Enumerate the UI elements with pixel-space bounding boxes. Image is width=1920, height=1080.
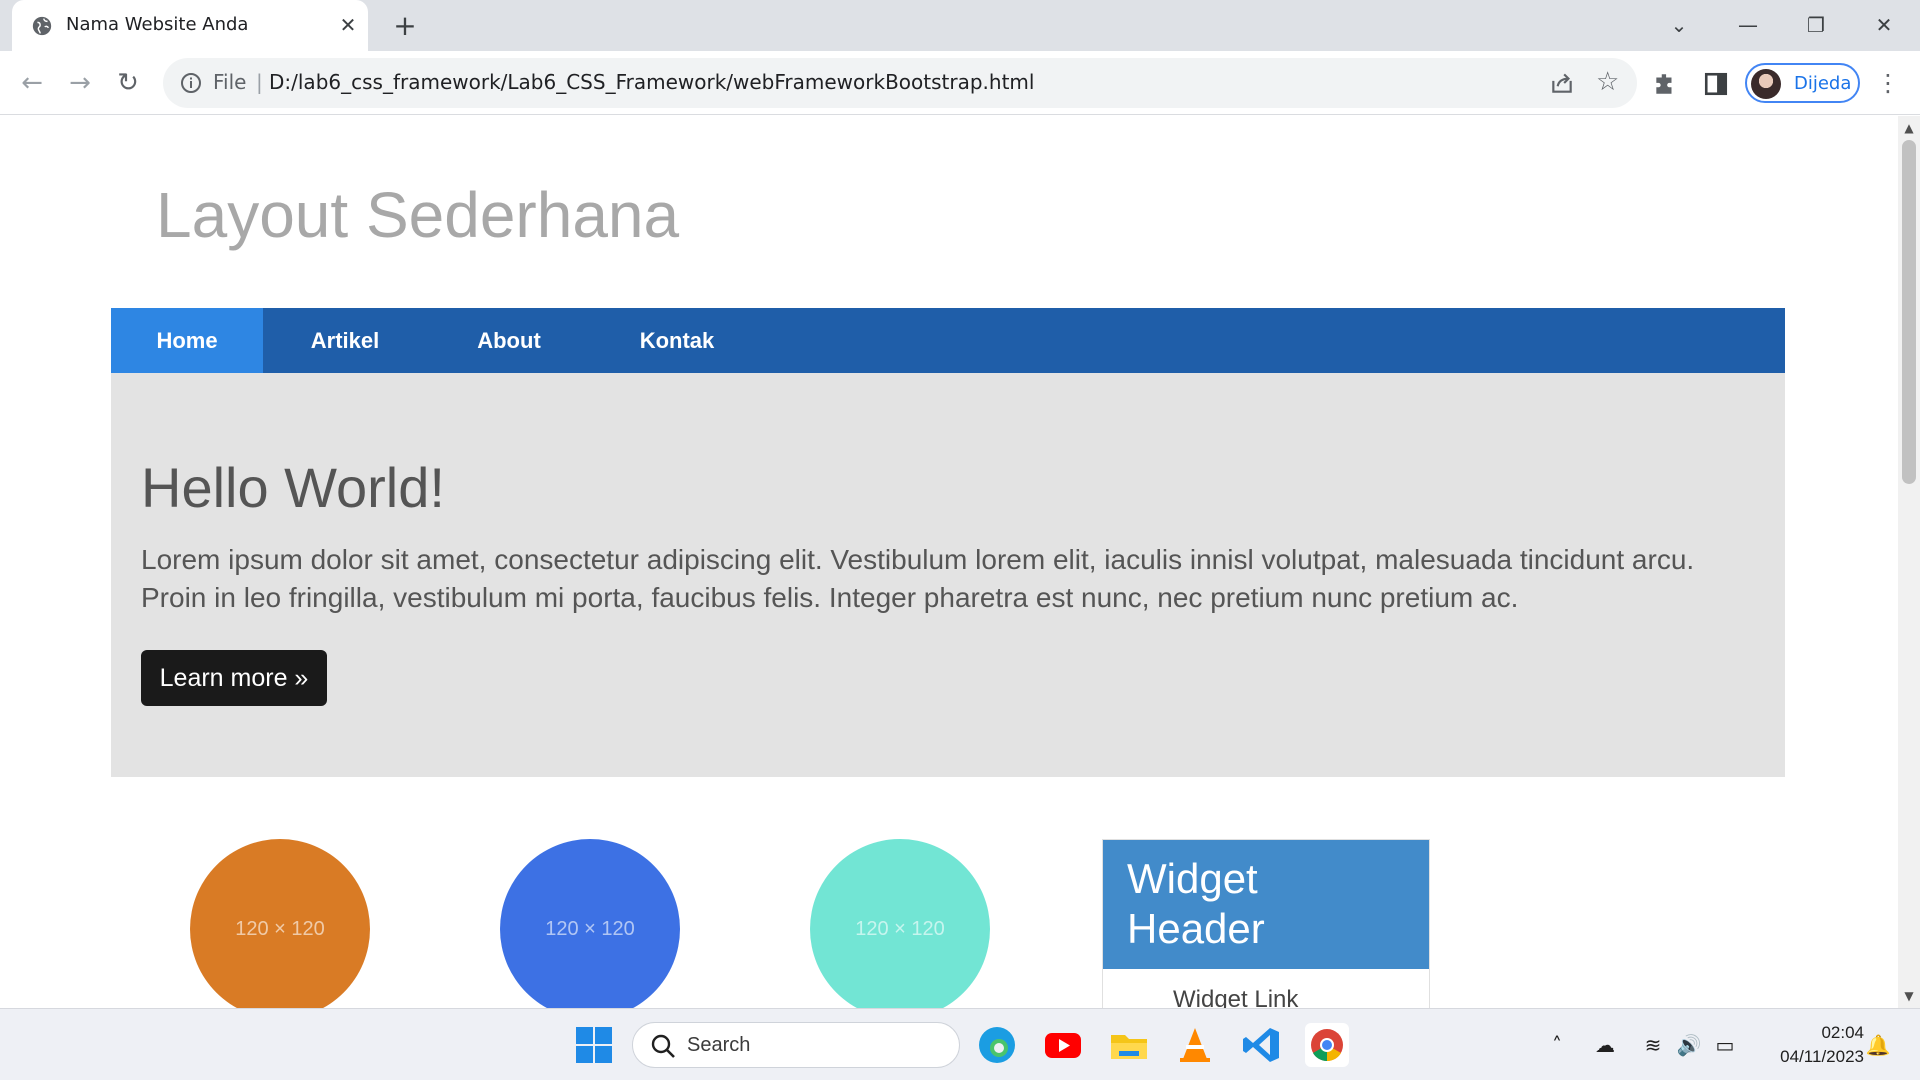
reload-icon[interactable]: ↻ (110, 65, 146, 101)
close-tab-icon[interactable]: ✕ (336, 13, 360, 37)
youtube-icon[interactable] (1041, 1023, 1085, 1067)
file-explorer-icon[interactable] (1107, 1023, 1151, 1067)
scroll-down-icon[interactable]: ▼ (1898, 986, 1920, 1006)
tab-title: Nama Website Anda (66, 14, 249, 35)
learn-more-button[interactable]: Learn more » (141, 650, 327, 706)
hero-jumbotron: Hello World! Lorem ipsum dolor sit amet,… (111, 373, 1785, 777)
tab-search-chevron-icon[interactable]: ⌄ (1664, 10, 1694, 40)
profile-name: Dijeda (1794, 73, 1852, 94)
hero-body: Lorem ipsum dolor sit amet, consectetur … (141, 544, 1695, 613)
notification-bell-icon[interactable]: 🔔 (1864, 1031, 1892, 1059)
scheme-separator: | (256, 70, 263, 94)
scrollbar-thumb[interactable] (1902, 140, 1916, 484)
battery-icon[interactable]: ▭ (1711, 1031, 1739, 1059)
browser-tab[interactable]: Nama Website Anda ✕ (12, 0, 368, 51)
bookmark-star-icon[interactable]: ☆ (1596, 67, 1619, 97)
clock-date: 04/11/2023 (1780, 1047, 1864, 1066)
chevron-up-icon[interactable]: ˄ (1543, 1031, 1571, 1059)
url-text[interactable]: D:/lab6_css_framework/Lab6_CSS_Framework… (269, 70, 1034, 94)
tab-strip: Nama Website Anda ✕ + ⌄ — ❐ ✕ (0, 0, 1920, 51)
widget-link[interactable]: Widget Link (1173, 986, 1298, 1008)
kebab-menu-icon[interactable]: ⋮ (1870, 65, 1906, 101)
site-navbar: Home Artikel About Kontak (111, 308, 1785, 373)
scroll-up-icon[interactable]: ▲ (1898, 118, 1920, 138)
new-tab-button[interactable]: + (390, 11, 420, 41)
widget-box: Widget Header Widget Link (1102, 839, 1430, 1008)
profile-button[interactable]: Dijeda (1745, 63, 1860, 103)
browser-toolbar: ← → ↻ File | D:/lab6_css_framework/Lab6_… (0, 51, 1920, 115)
system-clock[interactable]: 02:04 04/11/2023 (1756, 1021, 1864, 1069)
widget-header: Widget Header (1103, 840, 1429, 969)
nav-item-kontak[interactable]: Kontak (591, 308, 763, 373)
nav-item-about[interactable]: About (427, 308, 591, 373)
wifi-icon[interactable]: ≋ (1639, 1031, 1667, 1059)
forward-arrow-icon[interactable]: → (62, 65, 98, 101)
address-bar[interactable]: File | D:/lab6_css_framework/Lab6_CSS_Fr… (163, 58, 1637, 108)
thumbnail-circle: 120 × 120 (500, 839, 680, 1008)
taskbar: Search ˄ ☁ ≋ 🔊 ▭ 02:04 04/11/2023 🔔 (0, 1008, 1920, 1080)
minimize-icon[interactable]: — (1733, 10, 1763, 40)
cloud-icon[interactable]: ☁ (1591, 1031, 1619, 1059)
search-placeholder: Search (687, 1034, 751, 1056)
windows-start-icon[interactable] (572, 1023, 616, 1067)
hero-heading: Hello World! (141, 456, 445, 519)
vlc-icon[interactable] (1173, 1023, 1217, 1067)
edge-icon[interactable] (975, 1023, 1019, 1067)
restore-icon[interactable]: ❐ (1801, 10, 1831, 40)
volume-icon[interactable]: 🔊 (1675, 1031, 1703, 1059)
search-icon (651, 1034, 675, 1058)
share-icon[interactable] (1549, 70, 1575, 96)
nav-item-artikel[interactable]: Artikel (263, 308, 427, 373)
back-arrow-icon[interactable]: ← (14, 65, 50, 101)
site-title: Layout Sederhana (156, 179, 680, 251)
extensions-puzzle-icon[interactable] (1652, 71, 1678, 97)
clock-time: 02:04 (1821, 1023, 1864, 1042)
globe-icon (32, 16, 52, 36)
nav-item-home[interactable]: Home (111, 308, 263, 373)
window-close-icon[interactable]: ✕ (1869, 10, 1899, 40)
vscode-icon[interactable] (1239, 1023, 1283, 1067)
avatar (1751, 69, 1781, 99)
thumbnail-circle: 120 × 120 (190, 839, 370, 1008)
scheme-label: File (213, 70, 247, 94)
side-panel-icon[interactable] (1703, 71, 1729, 97)
chrome-icon[interactable] (1305, 1023, 1349, 1067)
page-viewport: Layout Sederhana Home Artikel About Kont… (0, 116, 1898, 1008)
info-icon[interactable] (179, 71, 203, 95)
vertical-scrollbar[interactable]: ▲ ▼ (1898, 116, 1920, 1008)
taskbar-search[interactable]: Search (632, 1022, 960, 1068)
thumbnail-circle: 120 × 120 (810, 839, 990, 1008)
